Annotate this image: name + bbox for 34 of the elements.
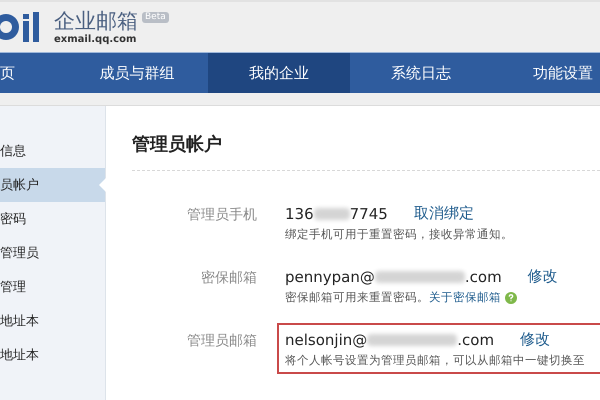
sidebar-item[interactable]: 信息 <box>0 134 105 168</box>
hint-text: 将个人帐号设置为管理员邮箱，可以从邮箱中一键切换至 <box>285 353 585 368</box>
page-title: 管理员帐户 <box>132 132 600 171</box>
sidebar-item[interactable]: 地址本 <box>0 304 105 338</box>
sidebar-item[interactable]: 密码 <box>0 202 105 236</box>
value-end: .com <box>457 330 494 348</box>
sidebar-item[interactable]: 管理 <box>0 270 105 304</box>
product-name: 企业邮箱 <box>54 9 138 33</box>
field-label: 密保邮箱 <box>200 269 257 288</box>
sidebar-item[interactable]: 管理员 <box>0 236 105 270</box>
value-start: pennypan@ <box>285 268 375 286</box>
action-link[interactable]: 修改 <box>528 267 558 286</box>
nav-tab[interactable]: 功能设置 <box>492 53 600 93</box>
beta-badge: Beta <box>142 12 169 23</box>
hint-text: 密保邮箱可用来重置密码。 <box>285 290 429 305</box>
action-link[interactable]: 修改 <box>520 330 550 349</box>
value-start: 136 <box>285 204 314 222</box>
nav-tab[interactable]: 成员与群组 <box>66 53 208 93</box>
value-end: .com <box>464 268 502 286</box>
nav-tab[interactable]: 系统日志 <box>350 53 492 93</box>
field-label: 管理员手机 <box>186 206 257 225</box>
domain-text: exmail.qq.com <box>54 34 138 45</box>
help-icon[interactable] <box>505 292 517 304</box>
action-link[interactable]: 取消绑定 <box>414 204 474 223</box>
nav-tab[interactable]: 我的企业 <box>208 53 350 93</box>
redaction-blur <box>314 208 350 220</box>
sidebar-item[interactable]: 员帐户 <box>0 168 105 202</box>
value-end: 7745 <box>350 204 388 222</box>
nav-tab[interactable]: 页 <box>0 53 66 93</box>
sidebar-item[interactable]: 地址本 <box>0 338 105 372</box>
value-start: nelsonjin@ <box>285 330 368 348</box>
hint-text: 绑定手机可用于重置密码，接收异常通知。 <box>285 227 513 242</box>
help-link[interactable]: 关于密保邮箱 <box>429 290 501 305</box>
field-label: 管理员邮箱 <box>186 332 257 351</box>
